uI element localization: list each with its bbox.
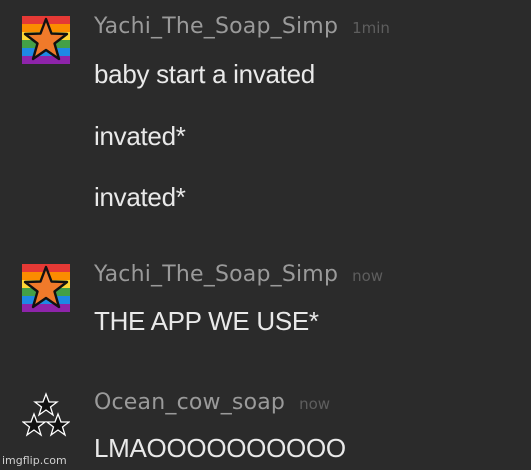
- message-header: Yachi_The_Soap_Simp 1min: [94, 14, 390, 46]
- timestamp: now: [352, 267, 384, 285]
- avatar[interactable]: [22, 392, 70, 440]
- message-text: invated*: [94, 182, 186, 212]
- username[interactable]: Ocean_cow_soap: [94, 390, 285, 415]
- message-text: baby start a invated: [94, 59, 315, 89]
- chat-log: Yachi_The_Soap_Simp 1min baby start a inv…: [0, 0, 531, 470]
- message-text: invated*: [94, 121, 186, 151]
- black-stars-avatar-icon: [22, 392, 70, 440]
- watermark: imgflip.com: [2, 454, 67, 467]
- avatar[interactable]: [22, 16, 70, 64]
- rainbow-star-avatar-icon: [22, 264, 70, 312]
- username[interactable]: Yachi_The_Soap_Simp: [94, 14, 338, 39]
- message-text: LMAOOOOOOOOOO: [94, 433, 346, 463]
- message-text: THE APP WE USE*: [94, 306, 319, 336]
- timestamp: 1min: [352, 19, 390, 37]
- message-header: Ocean_cow_soap now: [94, 390, 330, 422]
- timestamp: now: [299, 395, 331, 413]
- rainbow-star-avatar-icon: [22, 16, 70, 64]
- username[interactable]: Yachi_The_Soap_Simp: [94, 262, 338, 287]
- avatar[interactable]: [22, 264, 70, 312]
- message-header: Yachi_The_Soap_Simp now: [94, 262, 383, 294]
